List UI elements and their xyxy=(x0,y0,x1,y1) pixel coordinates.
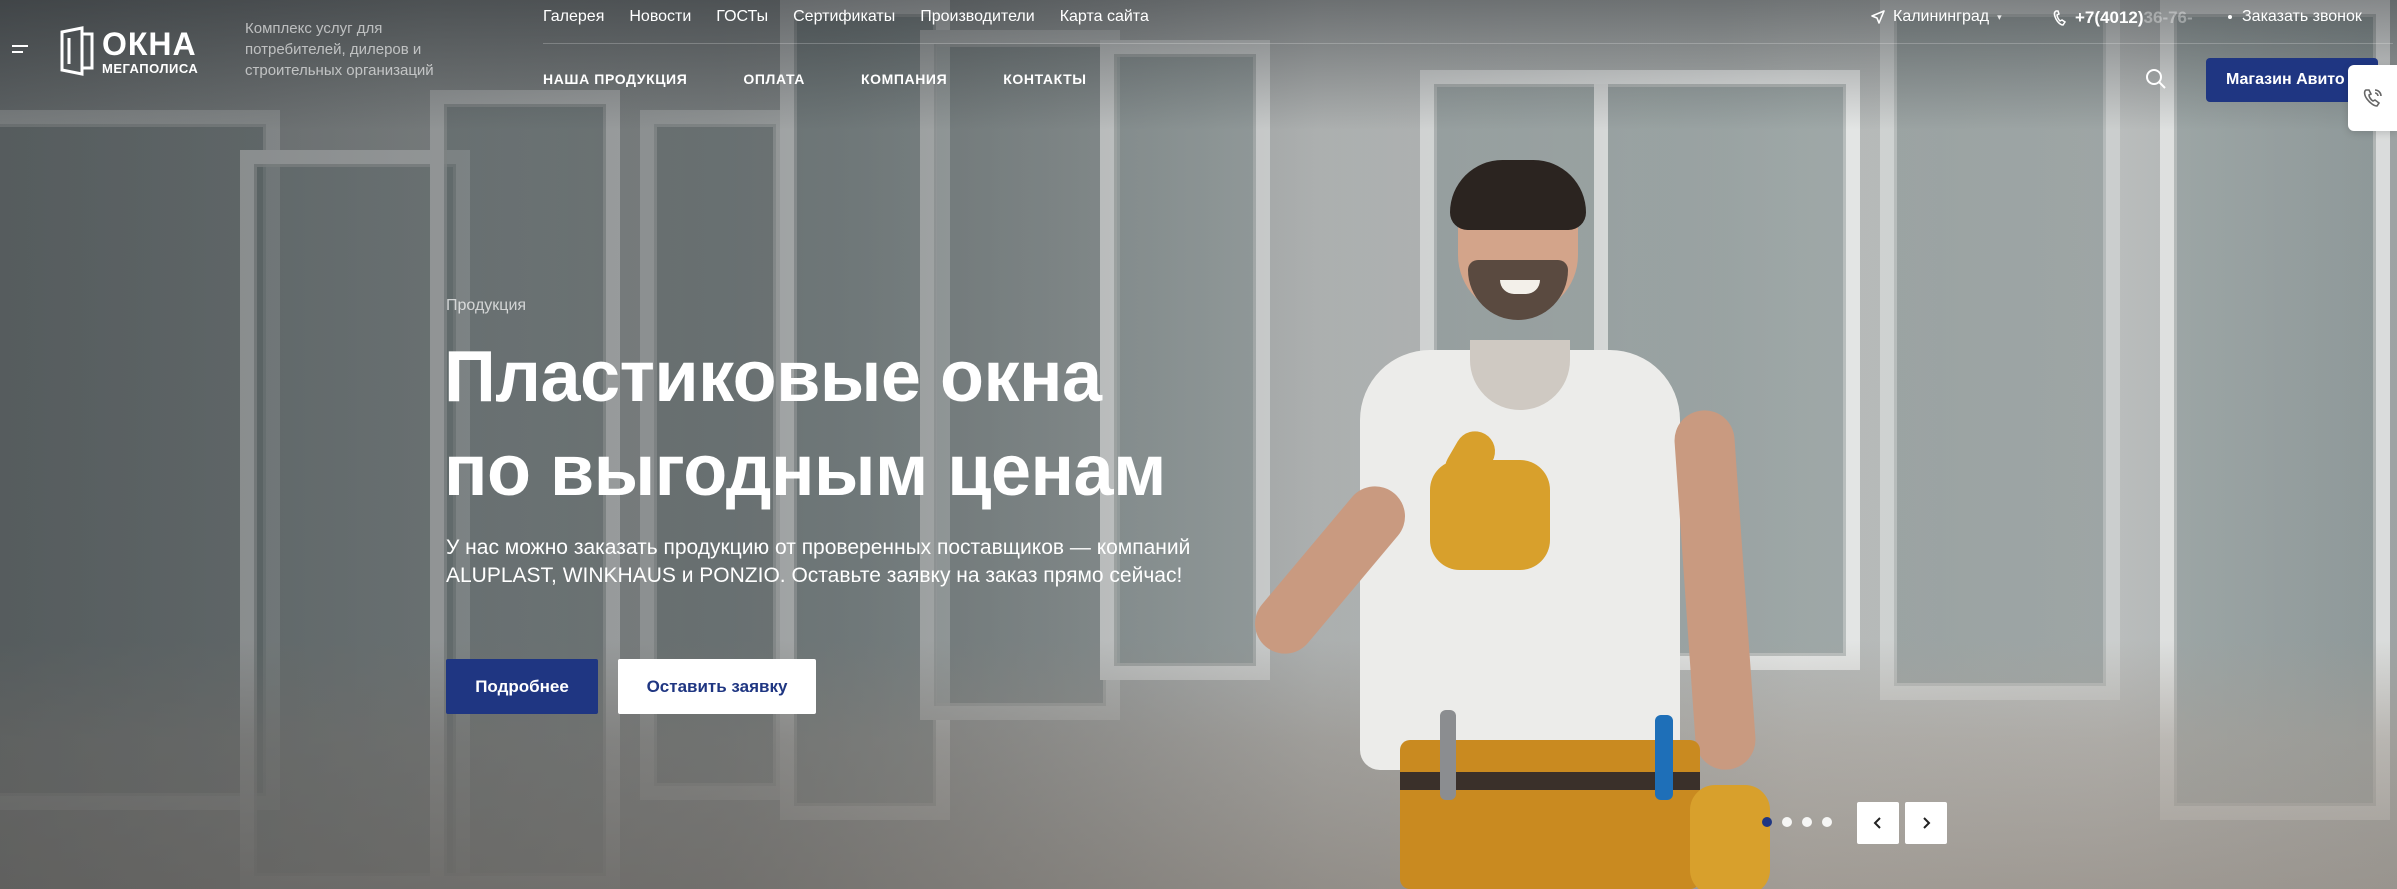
slider-pagination xyxy=(1762,817,1832,827)
callback-label: Заказать звонок xyxy=(2242,8,2362,25)
location-arrow-icon xyxy=(1871,10,1885,24)
request-button[interactable]: Оставить заявку xyxy=(618,659,816,714)
callback-link[interactable]: Заказать звонок xyxy=(2228,8,2362,26)
title-line-2: по выгодным ценам xyxy=(444,431,1166,511)
slider-dot-1[interactable] xyxy=(1762,817,1772,827)
worker-photo xyxy=(1242,160,1790,889)
main-nav: НАША ПРОДУКЦИЯ ОПЛАТА КОМПАНИЯ КОНТАКТЫ xyxy=(543,71,1087,87)
phone-callback-icon xyxy=(2363,89,2382,107)
site-tagline: Комплекс услуг для потребителей, дилеров… xyxy=(245,20,434,79)
slider-dot-4[interactable] xyxy=(1822,817,1832,827)
search-icon[interactable] xyxy=(2145,68,2167,90)
site-logo[interactable]: ОКНА МЕГАПОЛИСА xyxy=(60,26,210,76)
hero-background xyxy=(0,0,2397,889)
chevron-right-icon xyxy=(1923,817,1931,829)
city-selector[interactable]: Калининград ▾ xyxy=(1871,8,2002,26)
dark-overlay xyxy=(0,0,2397,889)
page-title: Пластиковые окна по выгодным ценам xyxy=(444,330,1166,518)
top-nav-gosts[interactable]: ГОСТы xyxy=(716,8,768,26)
callback-widget[interactable] xyxy=(2348,65,2397,131)
logo-window-icon xyxy=(60,26,94,76)
phone-faded: 36-76- xyxy=(2143,8,2193,27)
site-header: ОКНА МЕГАПОЛИСА Комплекс услуг для потре… xyxy=(0,0,2397,131)
slider-dot-2[interactable] xyxy=(1782,817,1792,827)
top-nav-manufacturers[interactable]: Производители xyxy=(920,8,1035,26)
logo-subtitle: МЕГАПОЛИСА xyxy=(102,60,199,76)
slider-dot-3[interactable] xyxy=(1802,817,1812,827)
top-nav: Галерея Новости ГОСТы Сертификаты Произв… xyxy=(543,8,1149,26)
logo-title: ОКНА xyxy=(102,25,197,62)
phone-icon xyxy=(2053,10,2067,26)
header-divider xyxy=(543,43,2393,44)
phone-visible: +7(4012) xyxy=(2075,8,2144,27)
main-nav-contacts[interactable]: КОНТАКТЫ xyxy=(1003,71,1086,87)
slider-next-button[interactable] xyxy=(1905,802,1947,844)
main-nav-company[interactable]: КОМПАНИЯ xyxy=(861,71,947,87)
top-nav-certificates[interactable]: Сертификаты xyxy=(793,8,895,26)
top-nav-sitemap[interactable]: Карта сайта xyxy=(1060,8,1149,26)
breadcrumb[interactable]: Продукция xyxy=(446,297,526,315)
hero-lead-text: У нас можно заказать продукцию от провер… xyxy=(446,536,1191,587)
chevron-down-icon: ▾ xyxy=(1997,11,2002,22)
top-nav-gallery[interactable]: Галерея xyxy=(543,8,604,26)
bullet-dot xyxy=(2228,15,2232,19)
city-name: Калининград xyxy=(1893,8,1990,25)
menu-icon[interactable] xyxy=(12,45,30,55)
chevron-left-icon xyxy=(1873,817,1881,829)
slider-prev-button[interactable] xyxy=(1857,802,1899,844)
title-line-1: Пластиковые окна xyxy=(444,337,1102,417)
more-button[interactable]: Подробнее xyxy=(446,659,598,714)
phone-number[interactable]: +7(4012)36-76- xyxy=(2053,8,2193,28)
top-nav-news[interactable]: Новости xyxy=(629,8,691,26)
main-nav-payment[interactable]: ОПЛАТА xyxy=(743,71,805,87)
main-nav-products[interactable]: НАША ПРОДУКЦИЯ xyxy=(543,71,687,87)
